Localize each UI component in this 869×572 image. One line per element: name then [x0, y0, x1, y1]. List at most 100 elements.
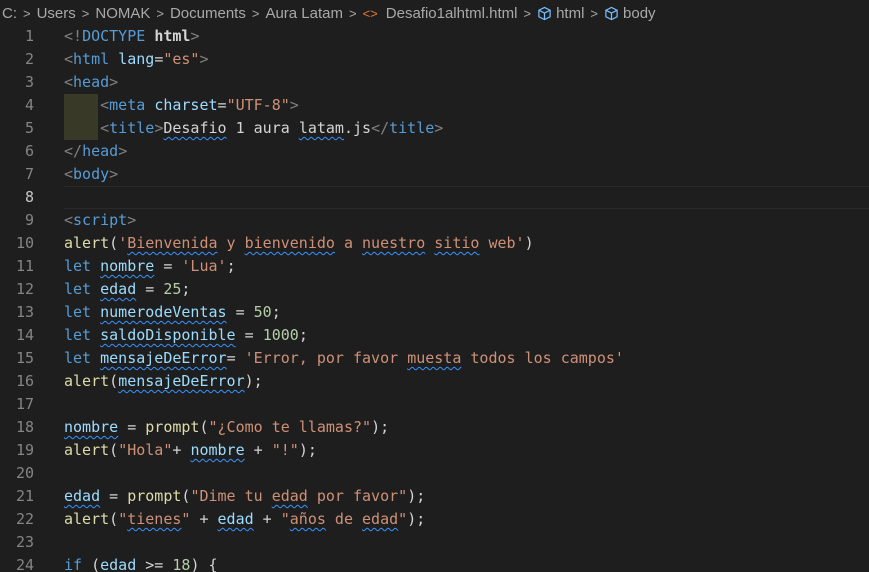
code-token: "UTF-8" [226, 96, 290, 114]
code-token: < [64, 73, 74, 91]
breadcrumb-users[interactable]: Users [37, 5, 76, 22]
code-token: ); [244, 372, 263, 390]
code-token: = [136, 280, 164, 298]
breadcrumb-documents[interactable]: Documents [170, 5, 246, 22]
chevron-right-icon: > [590, 5, 599, 21]
code-token: ); [407, 487, 426, 505]
code-token: ) [524, 234, 534, 252]
code-line[interactable]: 5 <title>Desafio 1 aura latam.js</title> [0, 117, 869, 140]
code-token: "¿Como te llamas?" [208, 418, 372, 436]
code-token: ); [298, 441, 317, 459]
code-token: + [253, 510, 281, 528]
code-line[interactable]: 16 alert(mensajeDeError); [0, 370, 869, 393]
breadcrumb-aura-latam[interactable]: Aura Latam [265, 5, 343, 22]
code-token: prompt [145, 418, 200, 436]
line-number: 21 [15, 487, 34, 505]
code-token: " [280, 510, 290, 528]
code-editor[interactable]: 1 <!DOCTYPE html> 2 <html lang="es"> 3 < head>… [0, 26, 869, 572]
code-token: nombre [64, 418, 119, 436]
code-token: por favor" [307, 487, 408, 505]
code-token: edad [64, 487, 101, 505]
line-number: 23 [15, 533, 34, 551]
code-line[interactable]: 1 <!DOCTYPE html> [0, 26, 869, 48]
code-token: edad [100, 556, 137, 572]
code-token: Desafio [163, 119, 227, 137]
code-line[interactable]: 17 [0, 393, 869, 416]
code-line[interactable]: 8 [0, 186, 869, 209]
code-token: alert [64, 441, 110, 459]
code-line[interactable]: 7 <body> [0, 163, 869, 186]
chevron-right-icon: > [81, 5, 90, 21]
code-line[interactable]: 2 <html lang="es"> [0, 48, 869, 71]
code-token: ( [109, 510, 119, 528]
code-token: ( [109, 441, 119, 459]
code-token: web' [479, 234, 525, 252]
breadcrumb-symbol-html[interactable]: html [556, 5, 584, 22]
code-line[interactable]: 3 <head> [0, 71, 869, 94]
code-token: = [226, 349, 245, 367]
code-token: .js [343, 119, 372, 137]
code-text: alert("tienes" + edad + "años de edad"); [64, 508, 425, 531]
code-token: DOCTYPE [82, 27, 146, 45]
code-line[interactable]: 13 let numerodeVentas = 50; [0, 301, 869, 324]
line-number: 17 [15, 395, 34, 413]
line-number: 18 [15, 418, 34, 436]
code-line[interactable]: 11 let nombre = 'Lua'; [0, 255, 869, 278]
code-line[interactable]: 14 let saldoDisponible = 1000; [0, 324, 869, 347]
code-token: let [64, 349, 92, 367]
code-token: charset [154, 96, 218, 114]
code-token: ( [109, 372, 119, 390]
chevron-right-icon: > [156, 5, 164, 21]
breadcrumb-drive[interactable]: C: [2, 5, 17, 22]
line-number: 8 [24, 188, 34, 206]
code-token: nuestro [362, 234, 426, 252]
code-token: edad [100, 280, 137, 298]
html-file-icon: <> [362, 5, 378, 21]
code-line[interactable]: 15 let mensajeDeError= 'Error, por favor … [0, 347, 869, 370]
code-line[interactable]: 21 edad = prompt("Dime tu edad por favor"… [0, 485, 869, 508]
code-token: "Dime tu [190, 487, 272, 505]
breadcrumb: C: > Users > NOMAK > Documents > Aura La… [0, 0, 869, 26]
code-line[interactable]: 10 alert('Bienvenida y bienvenido a nuest… [0, 232, 869, 255]
cube-icon [538, 6, 551, 20]
code-token: > [118, 142, 128, 160]
code-line[interactable]: 22 alert("tienes" + edad + "años de edad"… [0, 508, 869, 531]
breadcrumb-nomak[interactable]: NOMAK [95, 5, 150, 22]
code-token: = [154, 257, 182, 275]
code-token: ( [82, 556, 101, 572]
line-number: 2 [24, 50, 34, 68]
code-token: 50 [253, 303, 272, 321]
code-line[interactable]: 4 <meta charset="UTF-8"> [0, 94, 869, 117]
code-line[interactable]: 9 <script> [0, 209, 869, 232]
code-line[interactable]: 23 [0, 531, 869, 554]
code-token: ; [298, 326, 308, 344]
code-line[interactable]: 12 let edad = 25; [0, 278, 869, 301]
code-token: ( [199, 418, 209, 436]
code-token: title [109, 119, 155, 137]
code-token: head [82, 142, 119, 160]
code-text: let mensajeDeError= 'Error, por favor mu… [64, 347, 624, 370]
line-number: 22 [15, 510, 34, 528]
code-token: mensajeDeError [118, 372, 245, 390]
code-token: alert [64, 510, 110, 528]
breadcrumb-symbol-body[interactable]: body [623, 5, 656, 22]
code-token: let [64, 257, 92, 275]
code-token: ; [181, 280, 191, 298]
code-text: <body> [64, 163, 118, 186]
code-line[interactable]: 18 nombre = prompt("¿Como te llamas?"); [0, 416, 869, 439]
code-line[interactable]: 20 [0, 462, 869, 485]
code-line[interactable]: 6 </head> [0, 140, 869, 163]
breadcrumb-file[interactable]: Desafio1alhtml.html [386, 5, 518, 22]
code-token: ) { [190, 556, 218, 572]
code-token: < [64, 165, 74, 183]
code-token: " [398, 510, 408, 528]
code-token: 'Lua' [181, 257, 227, 275]
code-line[interactable]: 19 alert("Hola"+ nombre + "!"); [0, 439, 869, 462]
code-line[interactable]: 24 if (edad >= 18) { [0, 554, 869, 572]
line-number: 3 [24, 73, 34, 91]
